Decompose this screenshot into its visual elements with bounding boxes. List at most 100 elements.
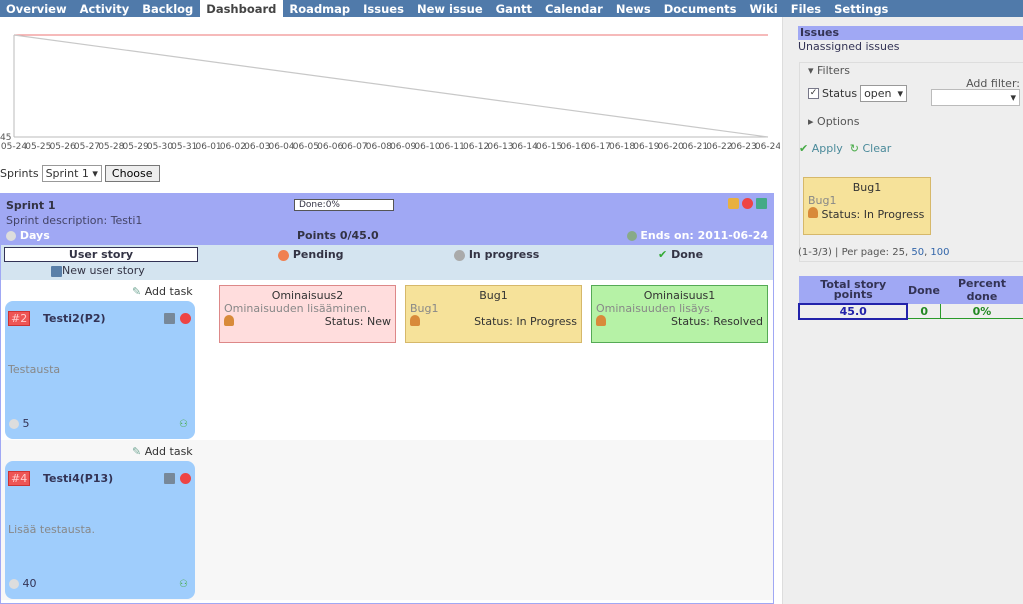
x-tick-label: 05-31	[171, 142, 197, 152]
add-task-icon: ✎	[132, 445, 142, 458]
add-task-link[interactable]: ✎ Add task	[132, 285, 193, 298]
series-line-1	[13, 34, 769, 138]
choose-button[interactable]: Choose	[104, 165, 160, 182]
story-title: Testi2(P2)	[43, 312, 106, 325]
sprint-select[interactable]: Sprint 1 ▾	[41, 165, 102, 182]
x-tick-label: 06-16	[560, 142, 586, 152]
nav-documents[interactable]: Documents	[658, 0, 744, 17]
filters-toggle[interactable]: ▾ Filters	[808, 64, 850, 77]
sprint-end-date: Ends on: 2011-06-24	[626, 229, 768, 242]
check-icon: ✔	[658, 248, 668, 261]
nav-new-issue[interactable]: New issue	[411, 0, 490, 17]
apply-button[interactable]: ✔ Apply	[799, 142, 843, 155]
story-id: #2	[8, 311, 31, 326]
nav-overview[interactable]: Overview	[0, 0, 74, 17]
calendar-icon	[626, 231, 637, 241]
x-tick-label: 06-04	[268, 142, 294, 152]
x-tick-label: 06-19	[633, 142, 659, 152]
x-tick-label: 05-26	[50, 142, 76, 152]
story-description: Lisää testausta.	[8, 523, 96, 536]
add-icon[interactable]	[756, 198, 767, 209]
status-label: Status	[822, 87, 858, 100]
user-icon	[596, 315, 606, 326]
column-done: ✔ Done	[658, 248, 704, 261]
nav-activity[interactable]: Activity	[74, 0, 137, 17]
x-tick-label: 06-02	[220, 142, 246, 152]
x-tick-label: 06-13	[487, 142, 513, 152]
edit-icon[interactable]	[164, 473, 175, 484]
x-tick-label: 06-11	[439, 142, 465, 152]
x-tick-label: 06-24	[755, 142, 780, 152]
sprint-name: Sprint 1	[6, 199, 56, 212]
days-toggle[interactable]: Days	[6, 229, 50, 242]
per-page-50[interactable]: 50	[911, 247, 924, 258]
pending-icon	[278, 249, 289, 261]
delete-icon[interactable]	[180, 473, 191, 484]
sprint-points: Points 0/45.0	[297, 229, 379, 242]
nav-backlog[interactable]: Backlog	[136, 0, 200, 17]
x-tick-label: 05-30	[147, 142, 173, 152]
task-card[interactable]: Ominaisuus1 Ominaisuuden lisäys. Status: R…	[591, 285, 768, 343]
sprint-board: Sprint 1 Sprint description: Testi1 Days…	[0, 193, 774, 604]
nav-settings[interactable]: Settings	[828, 0, 895, 17]
column-pending: Pending	[278, 248, 344, 261]
nav-news[interactable]: News	[610, 0, 658, 17]
user-icon	[808, 207, 818, 218]
x-tick-label: 05-25	[25, 142, 51, 152]
pagination: (1-3/3) | Per page: 25, 50, 100	[798, 247, 950, 258]
nav-calendar[interactable]: Calendar	[539, 0, 610, 17]
nav-issues[interactable]: Issues	[357, 0, 411, 17]
status-select[interactable]: open ▾	[860, 85, 908, 102]
status-filter-checkbox[interactable]: ✓	[808, 88, 819, 99]
story-description: Testausta	[8, 363, 61, 376]
story-points: 40	[22, 577, 37, 590]
filter-actions: ✔ Apply ↻ Clear	[799, 142, 891, 155]
issues-title: Issues	[798, 26, 1023, 40]
user-story-card[interactable]: #2 Testi2(P2) Testausta 5 ⚇	[5, 301, 195, 439]
column-user-story: User story	[4, 247, 198, 262]
delete-icon[interactable]	[180, 313, 191, 324]
task-card[interactable]: Ominaisuus2 Ominaisuuden lisääminen. Statu…	[219, 285, 396, 343]
nav-files[interactable]: Files	[785, 0, 828, 17]
per-page-100[interactable]: 100	[930, 247, 949, 258]
sprint-description: Sprint description: Testi1	[6, 214, 143, 227]
nav-gantt[interactable]: Gantt	[490, 0, 539, 17]
edit-icon[interactable]	[164, 313, 175, 324]
x-tick-label: 06-10	[414, 142, 440, 152]
x-tick-label: 06-06	[317, 142, 343, 152]
nav-dashboard[interactable]: Dashboard	[200, 0, 284, 17]
edit-icon[interactable]	[728, 198, 739, 209]
unassigned-issue-card[interactable]: Bug1 Bug1 Status: In Progress	[803, 177, 931, 235]
x-tick-label: 06-22	[706, 142, 732, 152]
task-card[interactable]: Bug1 Bug1 Status: In Progress	[405, 285, 582, 343]
nav-wiki[interactable]: Wiki	[744, 0, 785, 17]
new-story-icon	[51, 265, 62, 277]
add-task-link[interactable]: ✎ Add task	[132, 445, 193, 458]
x-tick-label: 05-27	[74, 142, 100, 152]
x-tick-label: 06-23	[731, 142, 757, 152]
user-icon	[224, 315, 234, 326]
x-tick-label: 06-09	[390, 142, 416, 152]
x-tick-label: 05-24	[1, 142, 27, 152]
x-tick-label: 05-28	[98, 142, 124, 152]
x-tick-label: 06-18	[609, 142, 635, 152]
x-tick-label: 06-08	[366, 142, 392, 152]
user-story-card[interactable]: #4 Testi4(P13) Lisää testausta. 40 ⚇	[5, 461, 195, 599]
options-toggle[interactable]: ▸ Options	[808, 115, 859, 128]
burndown-chart: 4505-2405-2505-2605-2705-2805-2905-3005-…	[0, 34, 780, 152]
story-lane: ✎ Add task #2 Testi2(P2) Testausta 5 ⚇ O…	[1, 280, 773, 440]
delete-icon[interactable]	[742, 198, 753, 209]
add-filter-select[interactable]: ▾	[931, 89, 1020, 106]
x-tick-label: 06-05	[293, 142, 319, 152]
per-page-25[interactable]: 25	[892, 247, 905, 258]
x-tick-label: 06-14	[512, 142, 538, 152]
story-title: Testi4(P13)	[43, 472, 114, 485]
nav-roadmap[interactable]: Roadmap	[283, 0, 357, 17]
add-person-icon[interactable]: ⚇	[179, 579, 188, 590]
clear-button[interactable]: ↻ Clear	[850, 142, 892, 155]
add-person-icon[interactable]: ⚇	[179, 419, 188, 430]
new-user-story-link[interactable]: New user story	[51, 264, 145, 277]
reload-icon: ↻	[849, 142, 859, 155]
user-icon	[410, 315, 420, 326]
clock-icon	[9, 579, 19, 589]
